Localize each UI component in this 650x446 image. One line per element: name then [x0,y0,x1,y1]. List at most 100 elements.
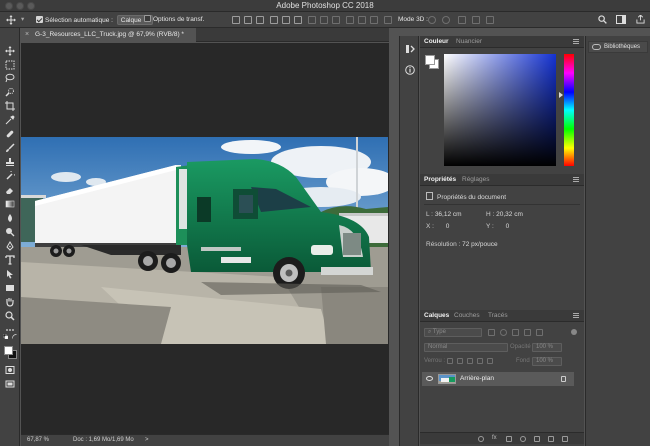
slide-3d-icon[interactable] [472,16,480,24]
auto-select-checkbox[interactable] [36,16,43,23]
distribute-right-icon[interactable] [370,16,378,24]
marquee-tool-icon[interactable] [5,60,15,70]
distribute-vcenter-icon[interactable] [320,16,328,24]
distribute-top-icon[interactable] [308,16,316,24]
color-picker-field[interactable] [444,54,556,166]
auto-align-icon[interactable] [384,16,392,24]
link-layers-icon[interactable] [478,436,484,442]
history-panel-icon[interactable] [405,44,415,54]
tab-nuancier[interactable]: Nuancier [456,38,482,45]
filter-toggle-icon[interactable] [571,329,577,335]
y-value[interactable]: 0 [506,223,510,230]
add-mask-icon[interactable] [506,436,512,442]
new-layer-icon[interactable] [548,436,554,442]
hue-slider-handle[interactable] [559,92,563,98]
lock-pixels-icon[interactable] [457,358,463,364]
filter-type-icon[interactable] [512,329,519,336]
layer-style-icon[interactable]: fx [492,435,497,441]
filter-shape-icon[interactable] [524,329,531,336]
eye-icon[interactable] [426,376,433,381]
x-value[interactable]: 0 [446,223,450,230]
rectangle-tool-icon[interactable] [5,283,15,293]
opacity-input[interactable]: 100 % [532,343,562,352]
document-tab[interactable]: × G-3_Resources_LLC_Truck.jpg @ 67,9% (R… [21,28,196,42]
screen-mode-icon[interactable] [5,379,15,389]
crop-tool-icon[interactable] [5,101,15,111]
roll-3d-icon[interactable] [442,16,450,24]
auto-select-checkbox-group[interactable]: Sélection automatique : Calque▼ [36,15,154,25]
scale-3d-icon[interactable] [486,16,494,24]
panel-menu-icon[interactable] [573,313,579,318]
align-vcenter-icon[interactable] [244,16,252,24]
color-foreground-swatch[interactable] [425,55,435,65]
brush-tool-icon[interactable] [5,143,15,153]
info-panel-icon[interactable] [405,65,415,75]
layer-row[interactable]: Arrière-plan [422,372,574,386]
adjustment-layer-icon[interactable] [520,436,526,442]
panel-menu-icon[interactable] [573,177,579,182]
filter-smart-object-icon[interactable] [536,329,543,336]
document-canvas[interactable] [21,43,389,434]
quick-mask-icon[interactable] [5,365,15,375]
eyedropper-tool-icon[interactable] [5,115,15,125]
quick-selection-tool-icon[interactable] [5,87,15,97]
close-tab-icon[interactable]: × [25,28,29,42]
clone-stamp-tool-icon[interactable] [5,157,15,167]
align-right-icon[interactable] [294,16,302,24]
move-tool-icon[interactable] [5,46,15,56]
align-top-icon[interactable] [232,16,240,24]
foreground-color-swatch[interactable] [4,346,13,355]
pen-tool-icon[interactable] [5,241,15,251]
blend-mode-select[interactable]: Normal [424,343,508,352]
fill-input[interactable]: 100 % [532,357,562,366]
gradient-tool-icon[interactable] [5,199,15,209]
distribute-left-icon[interactable] [346,16,354,24]
blur-tool-icon[interactable] [5,213,15,223]
swap-colors-icon[interactable] [12,334,17,339]
zoom-tool-icon[interactable] [5,311,15,321]
lock-transparency-icon[interactable] [447,358,453,364]
rotate-3d-icon[interactable] [428,16,436,24]
hand-tool-icon[interactable] [5,297,15,307]
history-brush-tool-icon[interactable] [5,171,15,181]
tab-calques[interactable]: Calques [424,312,449,319]
delete-layer-icon[interactable] [562,436,568,442]
width-value[interactable]: 36,12 cm [435,211,462,218]
filter-pixel-icon[interactable] [488,329,495,336]
distribute-bottom-icon[interactable] [332,16,340,24]
layer-filter-select[interactable]: ⌕ Type [424,328,482,337]
filter-adjustment-icon[interactable] [500,329,507,336]
lock-position-icon[interactable] [467,358,473,364]
lock-artboard-icon[interactable] [477,358,483,364]
path-selection-tool-icon[interactable] [5,269,15,279]
pan-3d-icon[interactable] [458,16,466,24]
new-group-icon[interactable] [534,436,540,442]
libraries-panel-button[interactable]: Bibliothèques [588,41,648,53]
distribute-hcenter-icon[interactable] [358,16,366,24]
eraser-tool-icon[interactable] [5,185,15,195]
default-colors-icon[interactable] [3,334,8,339]
tab-traces[interactable]: Tracés [488,312,508,319]
move-tool-icon[interactable] [6,15,16,25]
panel-menu-icon[interactable] [573,39,579,44]
tab-couches[interactable]: Couches [454,312,480,319]
status-menu-arrow[interactable]: > [145,437,149,443]
height-value[interactable]: 20,32 cm [496,211,523,218]
transform-controls-group[interactable]: Options de transf. [144,15,204,25]
search-icon[interactable] [598,15,607,25]
hue-slider[interactable] [564,54,574,166]
type-tool-icon[interactable] [5,255,15,265]
align-hcenter-icon[interactable] [282,16,290,24]
tab-couleur[interactable]: Couleur [424,38,449,45]
zoom-level[interactable]: 67,87 % [27,437,49,443]
tab-reglages[interactable]: Réglages [462,176,489,183]
lasso-tool-icon[interactable] [5,73,15,83]
tab-proprietes[interactable]: Propriétés [424,176,456,183]
healing-brush-tool-icon[interactable] [5,129,15,139]
dodge-tool-icon[interactable] [5,227,15,237]
share-icon[interactable] [636,14,645,25]
align-bottom-icon[interactable] [256,16,264,24]
transform-controls-checkbox[interactable] [144,15,151,22]
tool-preset-chevron-icon[interactable]: ▾ [21,15,24,25]
align-left-icon[interactable] [270,16,278,24]
